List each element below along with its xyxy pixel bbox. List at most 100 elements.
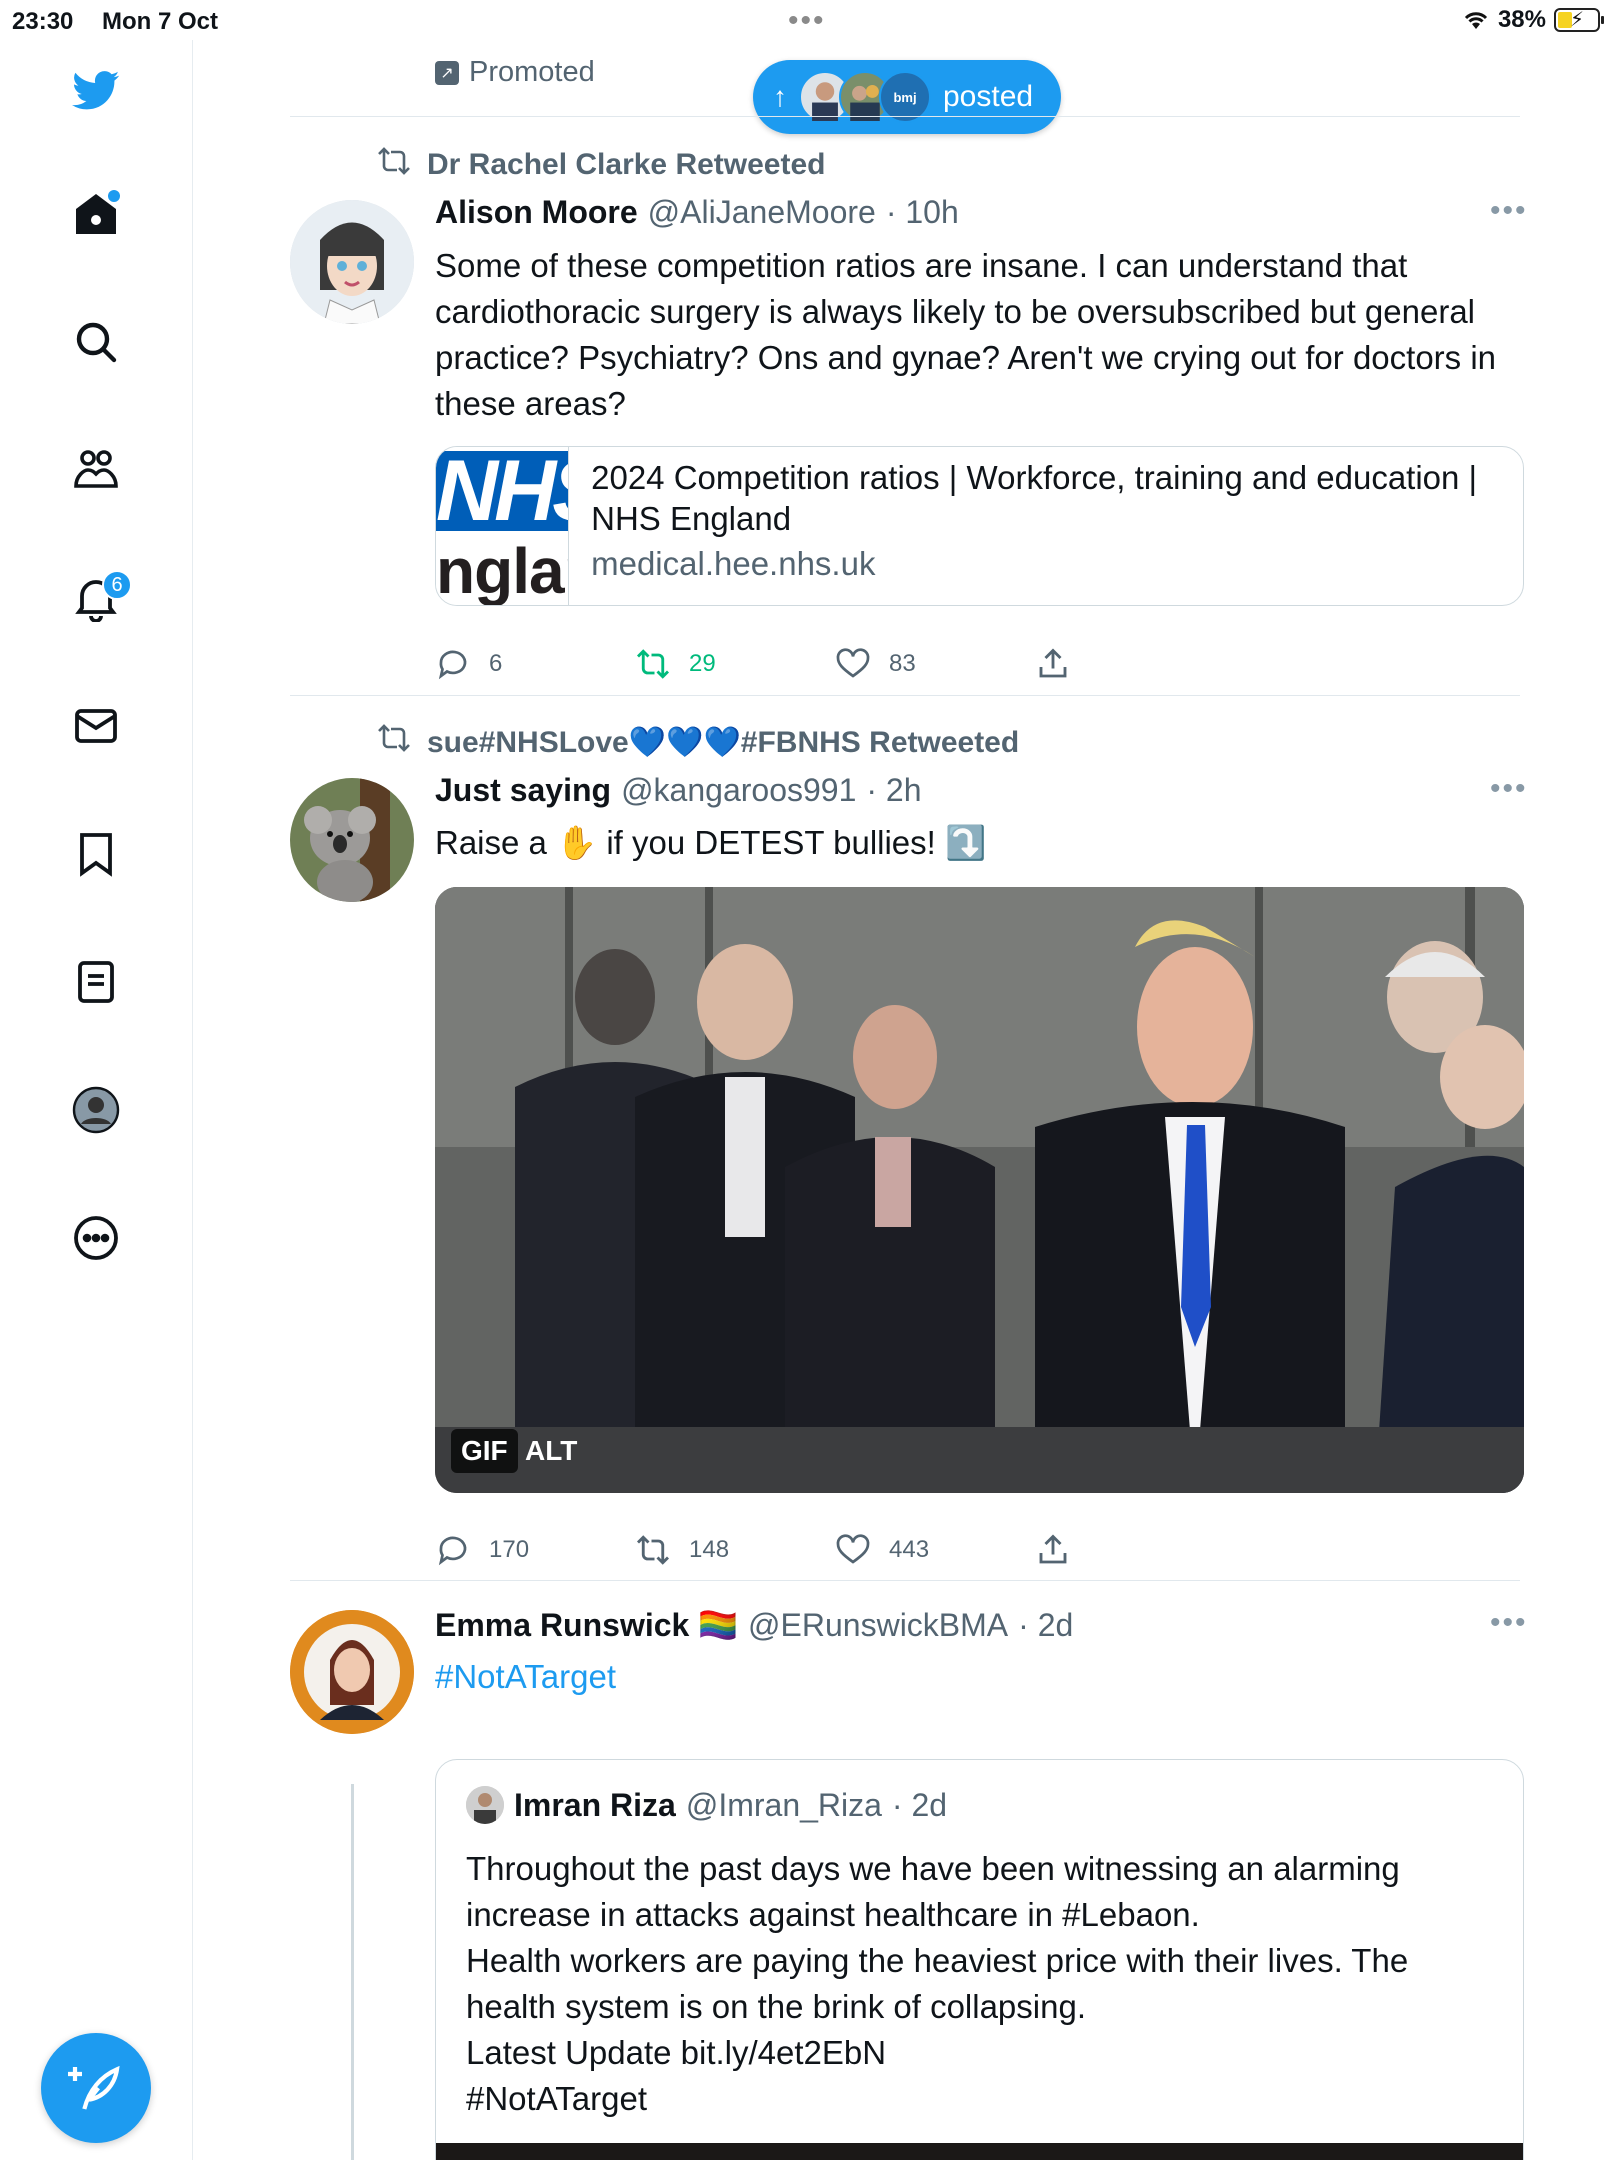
link-title: 2024 Competition ratios | Workforce, tra…: [591, 459, 1478, 537]
divider: [290, 1580, 1520, 1581]
retweet-icon: [375, 146, 413, 184]
reply-icon: [438, 1536, 467, 1566]
retweet-icon: [375, 723, 413, 761]
heart-icon: [836, 1534, 870, 1564]
arrow-up-icon: ↑: [773, 81, 787, 112]
status-bar: 23:30 Mon 7 Oct ••• 38% ⚡: [0, 0, 1620, 40]
tweet-actions: 170 148 443: [435, 1532, 1235, 1568]
quote-media[interactable]: [436, 2143, 1523, 2160]
wifi-icon: [1464, 12, 1488, 29]
more-icon[interactable]: [68, 1210, 124, 1266]
reply-count: 170: [489, 1536, 530, 1563]
retweet-icon: [636, 1535, 670, 1565]
author-handle[interactable]: @ERunswickBMA: [748, 1607, 1008, 1644]
retweeted-by-label: sue#NHSLove💙💙💙#FBNHS Retweeted: [427, 725, 1020, 759]
reply-count: 6: [489, 650, 503, 677]
tweet-time[interactable]: · 10h: [886, 194, 959, 231]
avatar[interactable]: [290, 1610, 414, 1734]
reply-button[interactable]: 6: [435, 646, 635, 682]
twitter-logo-icon[interactable]: [68, 62, 124, 118]
notifications-icon[interactable]: 6: [68, 570, 132, 626]
multitasking-dots-icon[interactable]: •••: [788, 4, 826, 38]
status-date: Mon 7 Oct: [102, 8, 219, 35]
compose-tweet-button[interactable]: [41, 2033, 151, 2143]
like-button[interactable]: 443: [835, 1532, 1035, 1568]
author-name[interactable]: Emma Runswick 🏳️‍🌈: [435, 1606, 738, 1644]
tweet-header: Alison Moore @AliJaneMoore · 10h: [435, 194, 959, 231]
avatar[interactable]: [290, 778, 414, 902]
like-count: 443: [889, 1536, 930, 1563]
author-name[interactable]: Alison Moore: [435, 194, 638, 231]
home-unread-dot: [108, 190, 120, 202]
share-button[interactable]: [1035, 646, 1235, 682]
share-icon: [1039, 648, 1067, 678]
author-handle[interactable]: @kangaroos991: [621, 772, 856, 809]
retweet-count: 148: [689, 1536, 730, 1563]
quote-author-handle[interactable]: @Imran_Riza: [686, 1787, 882, 1824]
notifications-badge: 6: [102, 570, 132, 600]
nhs-logo: NHS: [436, 448, 569, 534]
link-card[interactable]: NHS nglan 2024 Competition ratios | Work…: [435, 446, 1524, 606]
avatar[interactable]: [290, 200, 414, 324]
link-domain: medical.hee.nhs.uk: [591, 545, 876, 582]
new-posts-label: posted: [943, 80, 1034, 113]
retweeted-by: sue#NHSLove💙💙💙#FBNHS Retweeted: [375, 723, 1019, 761]
quote-line: Health workers are paying the heaviest p…: [466, 1942, 1409, 2025]
lists-icon[interactable]: [68, 954, 124, 1010]
share-button[interactable]: [1035, 1532, 1235, 1568]
quote-author-name[interactable]: Imran Riza: [514, 1787, 676, 1824]
compose-feather-icon: [68, 2065, 120, 2110]
share-icon: [1039, 1534, 1067, 1564]
quote-line: #NotATarget: [466, 2080, 647, 2117]
promoted-label: Promoted: [469, 56, 595, 88]
tweet-text: Some of these competition ratios are ins…: [435, 247, 1497, 422]
like-count: 83: [889, 650, 916, 677]
messages-icon[interactable]: [68, 698, 124, 754]
sidebar: 6: [0, 40, 193, 2160]
author-handle[interactable]: @AliJaneMoore: [648, 194, 876, 231]
search-icon[interactable]: [68, 314, 124, 370]
new-posts-pill[interactable]: ↑ bmj posted: [753, 60, 1061, 134]
battery-percent: 38%: [1497, 6, 1546, 33]
retweeted-by: Dr Rachel Clarke Retweeted: [375, 146, 826, 184]
retweet-button[interactable]: 29: [635, 646, 835, 682]
gif-scene: [435, 887, 1524, 1493]
tweet-actions: 6 29 83: [435, 646, 1235, 682]
quote-line: Latest Update bit.ly/4et2EbN: [466, 2034, 887, 2071]
link-thumbnail: NHS nglan: [436, 447, 570, 606]
more-options-icon[interactable]: •••: [1490, 772, 1528, 806]
quoted-tweet[interactable]: Imran Riza @Imran_Riza · 2d Throughout t…: [435, 1759, 1524, 2160]
gif-media[interactable]: GIF ALT: [435, 887, 1524, 1493]
retweet-icon: [636, 649, 670, 679]
quote-time: · 2d: [891, 1786, 948, 1823]
profile-icon[interactable]: [68, 1082, 124, 1138]
gif-badge: GIF: [451, 1429, 518, 1473]
retweet-button[interactable]: 148: [635, 1532, 835, 1568]
like-button[interactable]: 83: [835, 646, 1035, 682]
reply-icon: [438, 650, 467, 680]
tweet-time[interactable]: · 2d: [1018, 1607, 1073, 1644]
alt-badge[interactable]: ALT: [515, 1429, 587, 1473]
reply-button[interactable]: 170: [435, 1532, 635, 1568]
divider: [290, 116, 1520, 117]
retweet-count: 29: [689, 650, 716, 677]
communities-icon[interactable]: [68, 442, 124, 498]
tweet-header: Just saying @kangaroos991 · 2h: [435, 772, 922, 809]
divider: [290, 695, 1520, 696]
promoted-row: ↗ Promoted: [435, 56, 595, 89]
retweeted-by-label: Dr Rachel Clarke Retweeted: [427, 148, 826, 181]
quote-line: Throughout the past days we have been wi…: [466, 1850, 1400, 1933]
tweet-header: Emma Runswick 🏳️‍🌈 @ERunswickBMA · 2d: [435, 1606, 1073, 1644]
status-right: 38% ⚡: [1462, 6, 1604, 34]
more-options-icon[interactable]: •••: [1490, 1606, 1528, 1640]
home-icon[interactable]: [68, 186, 124, 242]
nhs-logo-england: nglan: [436, 535, 568, 606]
status-time: 23:30: [12, 8, 74, 35]
more-options-icon[interactable]: •••: [1490, 194, 1528, 228]
quote-text: Throughout the past days we have been wi…: [466, 1846, 1506, 2122]
promoted-icon: ↗: [435, 60, 459, 85]
tweet-time[interactable]: · 2h: [866, 772, 921, 809]
author-name[interactable]: Just saying: [435, 772, 611, 809]
bookmarks-icon[interactable]: [68, 826, 124, 882]
tweet-hashtag[interactable]: #NotATarget: [435, 1654, 1525, 1700]
